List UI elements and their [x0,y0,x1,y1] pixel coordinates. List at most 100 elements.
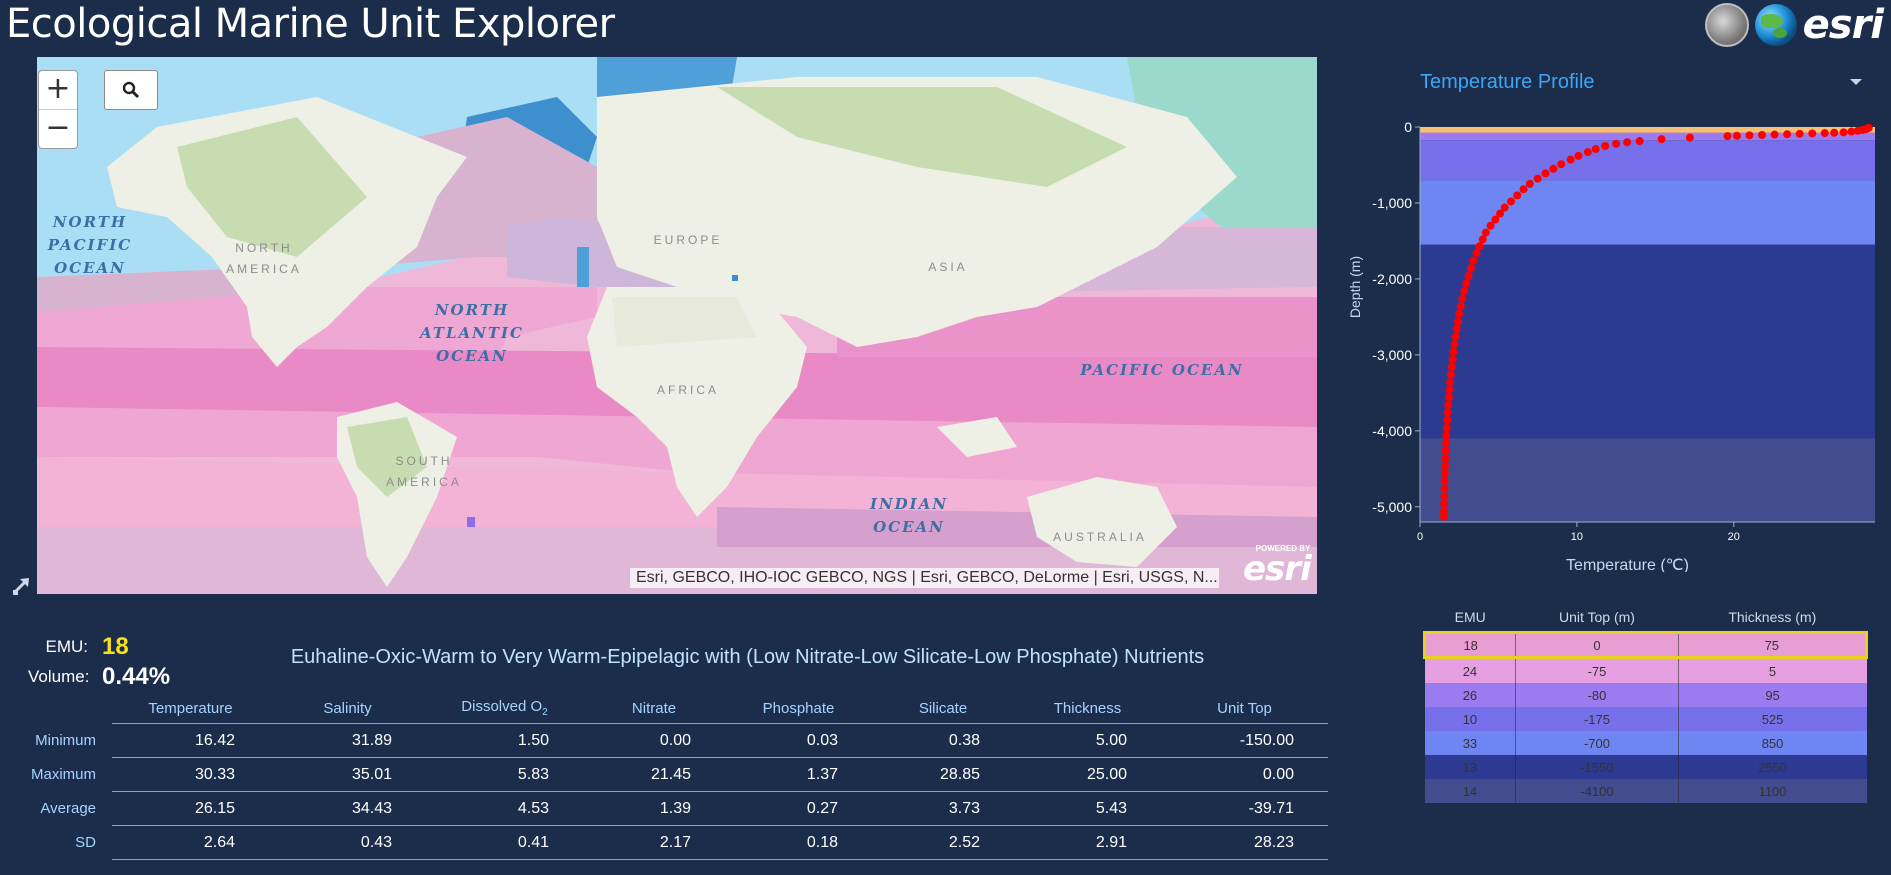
data-point [1783,130,1792,139]
data-point [1820,129,1829,138]
data-point [1451,332,1460,341]
stats-row: Minimum 16.42 31.89 1.50 0.00 0.03 0.38 5.00 -15… [30,723,1329,758]
emu-table-row[interactable]: 18 0 75 [1422,631,1869,659]
temperature-profile-chart: 0 -1,000 -2,000 -3,000 -4,000 -5,000 0 10 20 Temp… [1347,119,1875,572]
stats-cell: 0.43 [269,825,427,860]
emu-table-row[interactable]: 14 -4100 1100 [1424,779,1867,803]
label-europe: EUROPE [653,233,723,247]
stats-row-label: Average [40,800,97,817]
data-point [1446,378,1455,387]
thickness-cell: 2550 [1758,759,1787,775]
emu-table-row[interactable]: 33 -700 850 [1424,731,1867,755]
data-point [1456,302,1465,311]
data-point [1466,264,1475,273]
map-view[interactable]: NORTH PACIFIC OCEAN NORTH ATLANTIC OCEAN… [37,57,1317,594]
stats-row-label: Maximum [31,766,97,783]
col-salinity: Salinity [269,693,427,724]
data-point [1441,446,1450,455]
stats-cell: 0.38 [872,723,1015,758]
emu-summary: EMU: 18 Volume: 0.44% [28,632,208,692]
y-axis-title: Depth (m) [1347,256,1363,318]
map-search-button[interactable] [104,70,158,110]
emu-label: EMU: [45,637,89,656]
data-point [1507,197,1515,206]
label-north-atlantic: NORTH ATLANTIC OCEAN [420,301,524,365]
data-point [1441,454,1450,463]
stats-cell: 5.00 [1014,723,1162,758]
stats-cell: 5.83 [426,757,584,792]
data-point [1635,137,1644,146]
x-axis-title: Temperature (℃) [1566,557,1689,572]
emu-table-row[interactable]: 26 -80 95 [1424,683,1867,707]
emu-col-header: EMU [1454,609,1486,625]
data-point [1442,423,1451,432]
label-north-pacific: NORTH PACIFIC OCEAN [47,213,133,277]
data-point [1460,287,1469,296]
label-north-america: NORTH AMERICA [226,241,302,276]
data-point [1770,130,1779,139]
unit-top-col-header: Unit Top (m) [1558,609,1635,625]
app-title: Ecological Marine Unit Explorer [6,1,615,47]
unit-top-cell: -175 [1515,707,1679,731]
map-attribution[interactable]: Esri, GEBCO, IHO-IOC GEBCO, NGS | Esri, … [630,568,1219,588]
noaa-seal-logo [1704,3,1749,47]
data-point [1533,174,1542,183]
stats-row-label: SD [75,834,97,851]
stats-cell: 2.17 [583,825,726,860]
stats-table: Temperature Salinity Dissolved O2 Nitrat… [30,693,1329,860]
zoom-control: + − [38,70,78,149]
stats-corner [30,693,112,724]
y-tick-label: -2,000 [1372,271,1412,287]
chevron-down-icon [1850,79,1862,85]
col-silicate: Silicate [872,693,1015,724]
data-point [1439,512,1448,521]
y-tick-label: -4,000 [1372,423,1412,439]
thickness-cell: 5 [1768,663,1777,679]
data-point [1442,439,1451,447]
x-tick-label: 20 [1728,531,1740,543]
data-point [1469,256,1478,265]
data-point [1732,131,1741,140]
stats-cell: 30.33 [112,757,270,792]
header-logos: esri [1704,2,1884,48]
stats-cell: 31.89 [269,723,427,758]
emu-table-row[interactable]: 24 -75 5 [1424,657,1867,683]
data-point [1458,294,1467,303]
col-temperature: Temperature [112,693,270,724]
emu-table-row[interactable]: 13 -1550 2550 [1424,755,1867,779]
y-tick-label: -3,000 [1372,347,1412,363]
zoom-out-button[interactable]: − [39,110,77,148]
stats-cell: 1.50 [426,723,584,758]
data-point [1685,133,1694,142]
unit-top-cell: 0 [1515,631,1679,659]
data-point [1541,169,1550,178]
chart-type-select[interactable]: Temperature Profile [1420,64,1872,100]
emu-cell: 33 [1424,731,1517,755]
emu-table-row[interactable]: 10 -175 525 [1424,707,1867,731]
data-point [1525,179,1534,188]
emu-cell: 13 [1424,755,1517,779]
expand-icon[interactable] [11,574,33,596]
data-point [1601,141,1610,150]
emu-layer-band [1420,438,1875,522]
x-tick-label: 0 [1417,531,1423,543]
col-phosphate: Phosphate [725,693,873,724]
emu-cell: 24 [1424,657,1517,683]
data-point [1478,235,1487,244]
data-point [1612,139,1621,148]
stats-cell: 0.41 [426,825,584,860]
stats-cell: 35.01 [269,757,427,792]
data-point [1441,461,1450,470]
stats-row-label: Minimum [35,732,97,749]
y-tick-label: 0 [1404,119,1412,135]
zoom-in-button[interactable]: + [39,71,77,110]
stats-cell: 0.00 [1161,757,1329,792]
x-tick-label: 10 [1571,531,1583,543]
thickness-cell: 525 [1761,711,1784,727]
stats-row: Maximum 30.33 35.01 5.83 21.45 1.37 28.85 25.00… [30,757,1329,792]
stats-row: Average 26.15 34.43 4.53 1.39 0.27 3.73 5.43 -39… [30,791,1329,826]
data-point [1583,148,1592,157]
data-point [1557,160,1566,169]
emu-cell: 26 [1424,683,1517,707]
data-point [1442,431,1451,440]
